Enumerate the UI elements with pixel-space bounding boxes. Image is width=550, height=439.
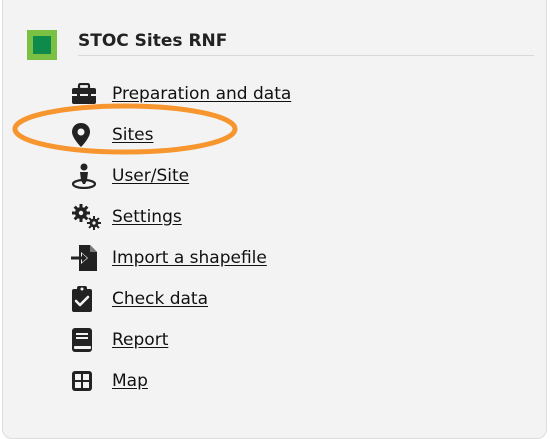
header-divider xyxy=(78,55,534,56)
menu-item-label[interactable]: Check data xyxy=(112,289,208,309)
menu-item-label[interactable]: User/Site xyxy=(112,166,189,186)
menu-panel: STOC Sites RNF Preparation and data Site… xyxy=(2,0,547,439)
menu-list: Preparation and data Sites User/Site Set… xyxy=(69,73,291,401)
app-logo xyxy=(27,30,57,60)
grid-icon xyxy=(71,368,105,394)
menu-item-label[interactable]: Report xyxy=(112,330,168,350)
panel-header: STOC Sites RNF xyxy=(27,30,534,60)
panel-title: STOC Sites RNF xyxy=(78,31,228,51)
menu-item-map[interactable]: Map xyxy=(69,360,291,401)
menu-item-label[interactable]: Settings xyxy=(112,207,182,227)
menu-item-report[interactable]: Report xyxy=(69,319,291,360)
file-import-icon xyxy=(71,244,105,271)
menu-item-label[interactable]: Preparation and data xyxy=(112,84,291,104)
user-location-icon xyxy=(71,163,105,189)
clipboard-check-icon xyxy=(71,285,105,312)
menu-item-import-shapefile[interactable]: Import a shapefile xyxy=(69,237,291,278)
toolbox-icon xyxy=(71,81,105,107)
menu-item-sites[interactable]: Sites xyxy=(69,114,291,155)
map-pin-icon xyxy=(71,122,105,148)
app-logo-inner xyxy=(33,36,51,54)
menu-item-user-site[interactable]: User/Site xyxy=(69,155,291,196)
book-icon xyxy=(71,327,105,353)
menu-item-label[interactable]: Import a shapefile xyxy=(112,248,267,268)
menu-item-settings[interactable]: Settings xyxy=(69,196,291,237)
menu-item-label[interactable]: Sites xyxy=(112,125,154,145)
menu-item-label[interactable]: Map xyxy=(112,371,148,391)
menu-item-preparation-and-data[interactable]: Preparation and data xyxy=(69,73,291,114)
gears-icon xyxy=(71,203,105,230)
menu-item-check-data[interactable]: Check data xyxy=(69,278,291,319)
